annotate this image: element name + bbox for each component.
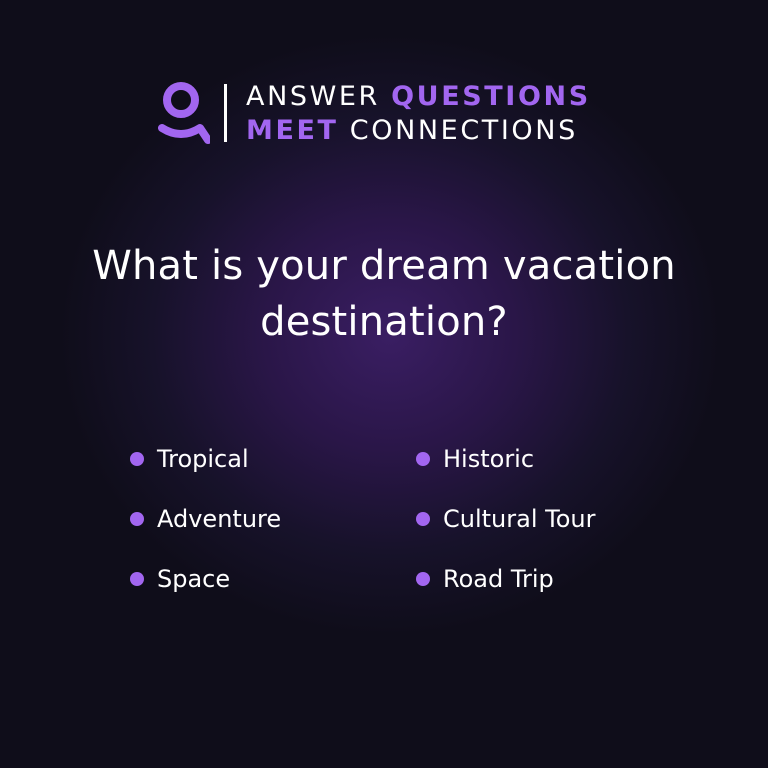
option-label: Road Trip xyxy=(443,565,554,593)
option-cultural-tour: Cultural Tour xyxy=(416,503,595,535)
answer-options: Tropical Adventure Space Historic Cultur… xyxy=(0,0,768,768)
option-space: Space xyxy=(130,563,230,595)
option-historic: Historic xyxy=(416,443,534,475)
option-label: Historic xyxy=(443,445,535,473)
bullet-dot xyxy=(416,452,430,466)
bullet-dot xyxy=(130,572,144,586)
option-label: Cultural Tour xyxy=(443,505,596,533)
bullet-dot xyxy=(130,512,144,526)
bullet-dot xyxy=(130,452,144,466)
option-tropical: Tropical xyxy=(130,443,249,475)
option-label: Tropical xyxy=(157,445,249,473)
bullet-dot xyxy=(416,572,430,586)
option-road-trip: Road Trip xyxy=(416,563,554,595)
option-label: Adventure xyxy=(157,505,282,533)
option-label: Space xyxy=(157,565,231,593)
bullet-dot xyxy=(416,512,430,526)
option-adventure: Adventure xyxy=(130,503,281,535)
poster: ANSWER QUESTIONS MEET CONNECTIONS What i… xyxy=(0,0,768,768)
